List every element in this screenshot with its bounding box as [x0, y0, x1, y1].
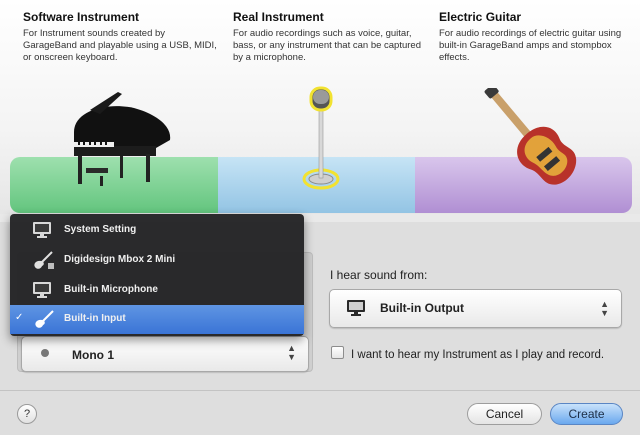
- software-instrument-title: Software Instrument: [23, 10, 140, 24]
- output-label: I hear sound from:: [330, 268, 428, 282]
- real-instrument-description: For audio recordings such as voice, guit…: [233, 28, 421, 63]
- guitar-usb-icon: [34, 251, 54, 269]
- cancel-button[interactable]: Cancel: [467, 403, 542, 425]
- guitar-icon: [35, 310, 54, 328]
- monitor-icon: [33, 282, 51, 298]
- channel-popup[interactable]: Mono 1 ▲ ▼: [21, 336, 309, 372]
- electric-guitar-description: For audio recordings of electric guitar …: [439, 28, 622, 63]
- monitor-checkbox-label: I want to hear my Instrument as I play a…: [351, 349, 605, 361]
- output-value: Built-in Output: [380, 301, 464, 315]
- instrument-header: Software Instrument For Instrument sound…: [0, 0, 640, 214]
- electric-guitar-option[interactable]: Electric Guitar For audio recordings of …: [439, 10, 635, 64]
- monitor-checkbox[interactable]: [331, 346, 344, 359]
- help-button[interactable]: ?: [17, 404, 37, 424]
- channel-dot-icon: [41, 349, 49, 357]
- software-instrument-option[interactable]: Software Instrument For Instrument sound…: [23, 10, 219, 64]
- menu-item-system-setting[interactable]: System Setting: [10, 216, 304, 245]
- real-instrument-option[interactable]: Real Instrument For audio recordings suc…: [233, 10, 429, 64]
- monitor-checkbox-row[interactable]: I want to hear my Instrument as I play a…: [331, 346, 604, 361]
- footer-divider: [0, 390, 640, 391]
- real-instrument-title: Real Instrument: [233, 10, 324, 24]
- electric-guitar-title: Electric Guitar: [439, 10, 522, 24]
- menu-item-label: Built-in Microphone: [64, 284, 158, 295]
- popup-arrows-icon: ▲ ▼: [287, 343, 296, 362]
- menu-item-digidesign-mbox[interactable]: Digidesign Mbox 2 Mini: [10, 246, 304, 275]
- create-button[interactable]: Create: [550, 403, 623, 425]
- monitor-icon: [347, 300, 365, 316]
- software-instrument-description: For Instrument sounds created by GarageB…: [23, 28, 217, 63]
- input-source-menu: System Setting Digidesign Mbox 2 Mini Bu…: [10, 214, 304, 336]
- channel-value: Mono 1: [72, 348, 114, 362]
- monitor-icon: [33, 222, 51, 238]
- microphone-stand-icon[interactable]: [298, 80, 344, 192]
- electric-guitar-icon[interactable]: [468, 88, 588, 188]
- checkmark-icon: ✓: [15, 312, 24, 323]
- grand-piano-icon[interactable]: [60, 92, 180, 192]
- menu-item-label: Built-in Input: [64, 313, 126, 324]
- menu-item-label: System Setting: [64, 224, 137, 235]
- menu-item-built-in-input[interactable]: ✓ Built-in Input: [10, 305, 304, 334]
- menu-item-built-in-microphone[interactable]: Built-in Microphone: [10, 276, 304, 305]
- menu-item-label: Digidesign Mbox 2 Mini: [64, 254, 176, 265]
- popup-arrows-icon: ▲ ▼: [600, 299, 609, 318]
- output-popup[interactable]: Built-in Output ▲ ▼: [329, 289, 622, 328]
